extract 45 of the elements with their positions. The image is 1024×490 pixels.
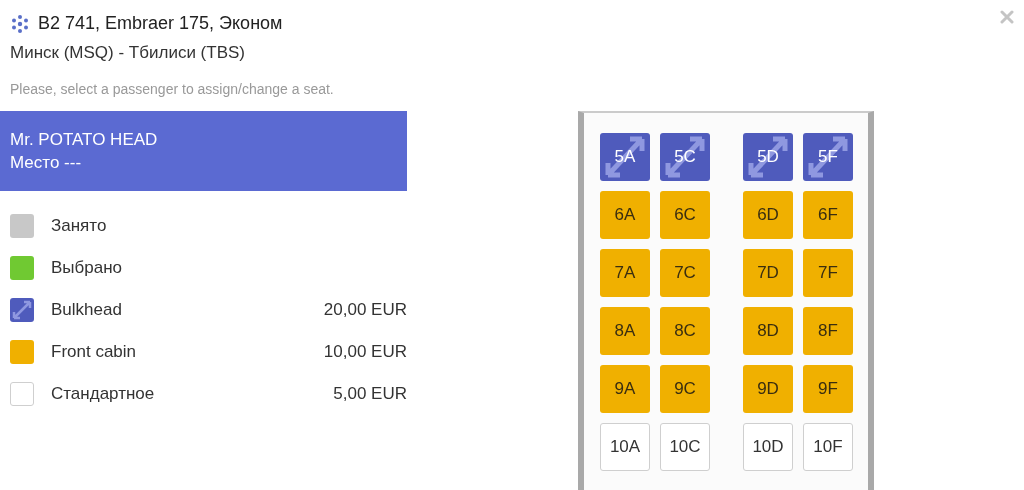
legend-swatch (10, 297, 34, 322)
seat-button[interactable]: 6F (803, 191, 853, 239)
legend-swatch (10, 213, 34, 238)
seat-button[interactable]: 9A (600, 365, 650, 413)
passenger-name: Mr. POTATO HEAD (10, 129, 159, 151)
seat-button[interactable]: 8C (660, 307, 710, 355)
close-icon[interactable] (1000, 10, 1014, 24)
legend-swatch (10, 381, 34, 406)
legend-label: Стандартное (51, 383, 156, 404)
legend-label: Bulkhead (51, 299, 123, 320)
seat-button[interactable]: 6D (743, 191, 793, 239)
seat-button[interactable]: 7D (743, 249, 793, 297)
route-text: Минск (MSQ) - Тбилиси (TBS) (10, 43, 246, 63)
legend-price: 5,00 EUR (333, 383, 407, 404)
seat-button[interactable]: 10A (600, 423, 650, 471)
seat-button[interactable]: 5F (803, 133, 853, 181)
legend-label: Выбрано (51, 257, 124, 278)
seat-button[interactable]: 9C (660, 365, 710, 413)
snowflake-icon (10, 13, 30, 34)
seat-button[interactable]: 6A (600, 191, 650, 239)
seat-button[interactable]: 8F (803, 307, 853, 355)
seat-button[interactable]: 5C (660, 133, 710, 181)
seat-button[interactable]: 5D (743, 133, 793, 181)
legend-swatch (10, 339, 34, 364)
legend-price: 10,00 EUR (323, 341, 407, 362)
seat-button[interactable]: 6C (660, 191, 710, 239)
legend-label: Front cabin (51, 341, 138, 362)
seat-button[interactable]: 10F (803, 423, 853, 471)
seat-button[interactable]: 10C (660, 423, 710, 471)
seat-button[interactable]: 8D (743, 307, 793, 355)
seat-button[interactable]: 7C (660, 249, 710, 297)
seat-button[interactable]: 8A (600, 307, 650, 355)
seat-button[interactable]: 9D (743, 365, 793, 413)
passenger-card[interactable]: Mr. POTATO HEAD Место --- (0, 111, 407, 191)
hint-text: Please, select a passenger to assign/change a seat. (10, 81, 334, 97)
seat-button[interactable]: 5A (600, 133, 650, 181)
flight-title: B2 741, Embraer 175, Эконом (38, 13, 283, 34)
legend-swatch (10, 255, 34, 280)
seat-button[interactable]: 9F (803, 365, 853, 413)
seat-text: Место --- (10, 152, 83, 174)
legend-price: 20,00 EUR (323, 299, 407, 320)
legend-label: Занято (51, 215, 108, 236)
seat-button[interactable]: 7A (600, 249, 650, 297)
seat-button[interactable]: 10D (743, 423, 793, 471)
seat-button[interactable]: 7F (803, 249, 853, 297)
